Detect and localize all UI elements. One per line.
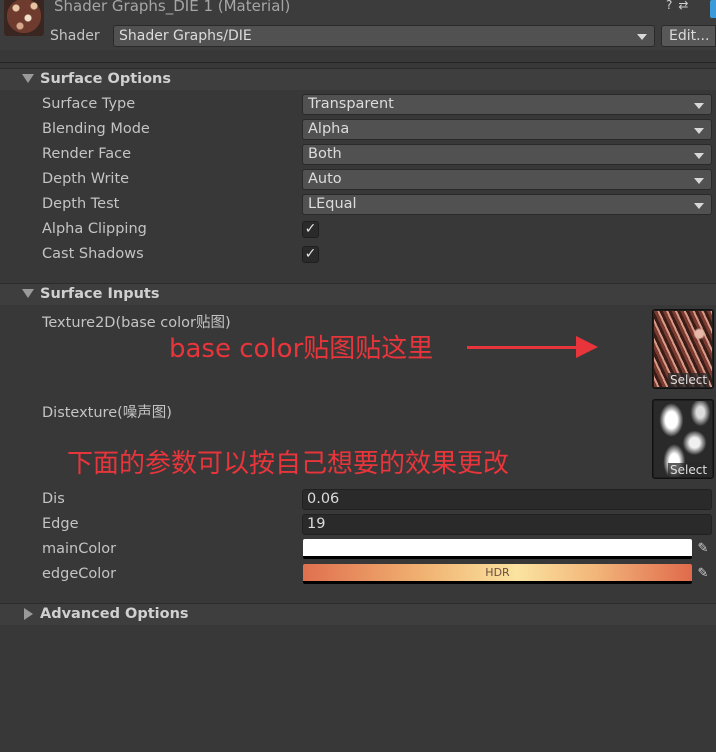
texture-select-button[interactable]: Select (668, 463, 710, 477)
eyedropper-icon[interactable]: ✎ (694, 540, 712, 558)
dis-label: Dis (42, 491, 65, 507)
annotation-base-color: base color贴图贴这里 (169, 334, 434, 364)
section-title: Surface Options (40, 71, 172, 87)
distexture-label: Distexture(噪声图) (42, 405, 172, 421)
edit-shader-button[interactable]: Edit... (661, 25, 716, 47)
annotation-arrow-head-icon (576, 336, 598, 358)
texture-select-button[interactable]: Select (668, 373, 710, 387)
edge-color-swatch[interactable]: HDR (303, 564, 692, 584)
depth-write-label: Depth Write (42, 171, 130, 187)
material-preview-thumbnail (4, 0, 44, 36)
blending-mode-label: Blending Mode (42, 121, 150, 137)
dropdown-value: Both (308, 146, 342, 162)
main-color-swatch[interactable] (303, 539, 692, 559)
chevron-down-icon (694, 153, 704, 159)
checkmark-icon: ✓ (304, 246, 317, 262)
blending-mode-dropdown[interactable]: Alpha (302, 119, 712, 140)
dropdown-value: Auto (308, 171, 342, 187)
header-icons: ?⇄ (666, 0, 694, 12)
depth-test-dropdown[interactable]: LEqual (302, 194, 712, 215)
alpha-clipping-checkbox[interactable]: ✓ (302, 221, 319, 238)
empty-inspector-area (0, 626, 716, 752)
main-color-label: mainColor (42, 541, 117, 557)
chevron-down-icon (694, 178, 704, 184)
texture2d-slot[interactable]: Select (652, 309, 714, 389)
chevron-down-icon (637, 34, 647, 40)
foldout-closed-icon[interactable] (24, 608, 33, 620)
edge-value: 19 (307, 516, 326, 532)
depth-test-label: Depth Test (42, 196, 120, 212)
render-face-label: Render Face (42, 146, 132, 162)
dropdown-value: Transparent (308, 96, 394, 112)
dis-input[interactable]: 0.06 (302, 489, 712, 510)
section-title: Advanced Options (40, 606, 189, 622)
material-header: Shader Graphs_DIE 1 (Material) ?⇄ Shader… (0, 0, 716, 50)
preset-icon[interactable]: ⇄ (678, 0, 694, 12)
edge-color-label: edgeColor (42, 566, 117, 582)
dropdown-value: LEqual (308, 196, 357, 212)
depth-write-dropdown[interactable]: Auto (302, 169, 712, 190)
dis-value: 0.06 (307, 491, 340, 507)
divider (0, 62, 716, 63)
shader-dropdown[interactable]: Shader Graphs/DIE (113, 25, 655, 47)
shader-label: Shader (50, 28, 100, 44)
section-title: Surface Inputs (40, 286, 160, 302)
distexture-slot[interactable]: Select (652, 399, 714, 479)
cast-shadows-label: Cast Shadows (42, 246, 144, 262)
section-advanced-options[interactable]: Advanced Options (0, 603, 716, 625)
header-accent-tab[interactable] (710, 0, 716, 18)
edge-input[interactable]: 19 (302, 514, 712, 535)
chevron-down-icon (694, 128, 704, 134)
annotation-arrow-icon (467, 346, 579, 349)
material-title: Shader Graphs_DIE 1 (Material) (54, 0, 291, 15)
eyedropper-icon[interactable]: ✎ (694, 565, 712, 583)
section-surface-inputs[interactable]: Surface Inputs (0, 283, 716, 305)
surface-type-dropdown[interactable]: Transparent (302, 94, 712, 115)
foldout-open-icon[interactable] (22, 74, 34, 83)
shader-dropdown-value: Shader Graphs/DIE (119, 28, 252, 44)
chevron-down-icon (694, 103, 704, 109)
annotation-params-note: 下面的参数可以按自己想要的效果更改 (67, 449, 510, 479)
dropdown-value: Alpha (308, 121, 350, 137)
surface-type-label: Surface Type (42, 96, 136, 112)
foldout-open-icon[interactable] (22, 289, 34, 298)
help-icon[interactable]: ? (666, 0, 678, 12)
checkmark-icon: ✓ (304, 221, 317, 237)
section-surface-options[interactable]: Surface Options (0, 68, 716, 90)
cast-shadows-checkbox[interactable]: ✓ (302, 246, 319, 263)
render-face-dropdown[interactable]: Both (302, 144, 712, 165)
chevron-down-icon (694, 203, 704, 209)
alpha-clipping-label: Alpha Clipping (42, 221, 147, 237)
hdr-badge: HDR (485, 566, 510, 579)
edge-label: Edge (42, 516, 79, 532)
